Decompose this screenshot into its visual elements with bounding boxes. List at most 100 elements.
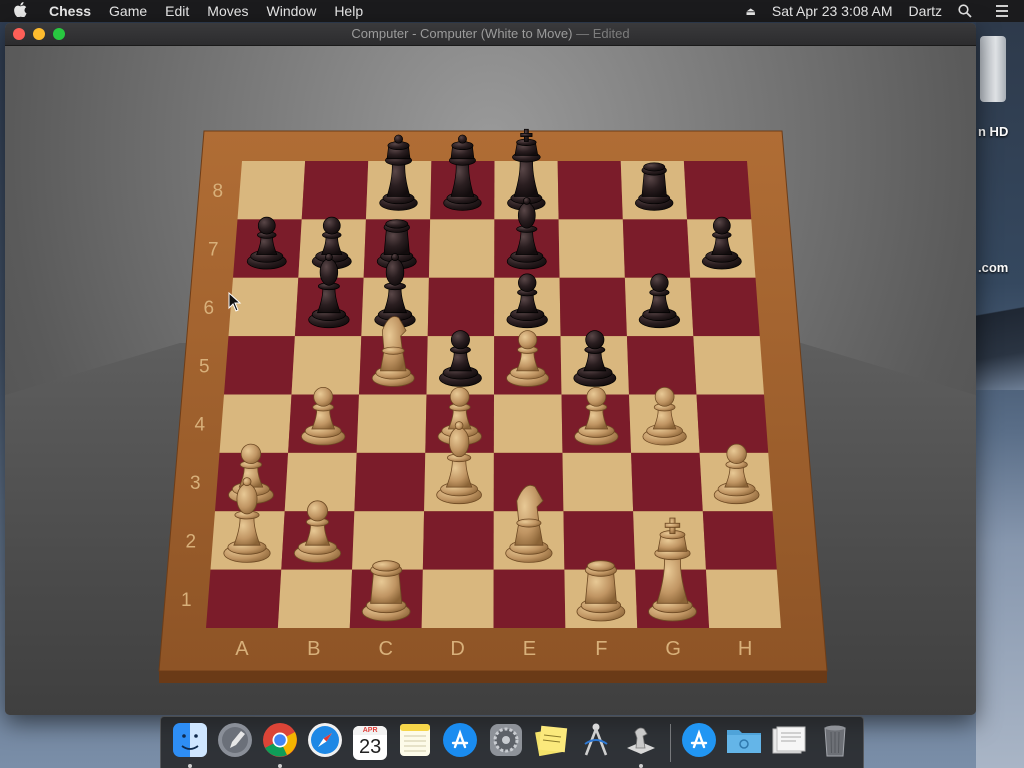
desktop-wallpaper-mountain (976, 270, 1024, 390)
board-square-h6[interactable] (690, 277, 760, 337)
board-square-h1[interactable] (705, 569, 781, 628)
rank-label: 1 (181, 590, 192, 611)
dock-separator (669, 723, 671, 762)
dock-notes-icon[interactable] (396, 723, 435, 763)
stickies-icon (533, 722, 569, 763)
board-square-d1[interactable] (421, 569, 494, 628)
file-label: E (523, 638, 536, 660)
dock-folder-icon[interactable] (725, 723, 764, 763)
board-square-f6[interactable] (559, 277, 627, 337)
chrome-icon (262, 722, 298, 763)
board-square-g3[interactable] (631, 452, 703, 512)
file-label: H (738, 638, 752, 660)
board-square-h2[interactable] (702, 511, 777, 570)
running-indicator (278, 763, 283, 768)
instruments-icon (578, 722, 614, 763)
running-indicator (188, 763, 192, 768)
menubar-user[interactable]: Dartz (901, 3, 950, 19)
board-square-h5[interactable] (693, 336, 764, 395)
board-square-f3[interactable] (562, 452, 634, 512)
app-store-download-icon (681, 722, 717, 763)
rank-label: 7 (208, 240, 219, 261)
board-frame-edge (159, 671, 827, 683)
board-square-g5[interactable] (626, 336, 697, 395)
dock-launchpad-icon[interactable] (215, 723, 254, 763)
board-square-d2[interactable] (422, 511, 494, 570)
chess-board-view[interactable]: A B C D E F G H 8 7 6 5 4 3 2 1 (5, 23, 976, 715)
notification-center-icon[interactable] (980, 5, 1024, 17)
dock: APR 23 (160, 716, 864, 768)
spotlight-search-icon[interactable] (950, 4, 980, 18)
hard-disk-icon[interactable] (980, 36, 1006, 102)
menu-moves[interactable]: Moves (198, 0, 257, 22)
dock-stickies-icon[interactable] (531, 723, 570, 763)
eject-icon[interactable]: ⏏ (738, 5, 764, 18)
dock-calendar-icon[interactable]: APR 23 (351, 723, 390, 763)
board-square-d7[interactable] (428, 219, 495, 278)
board-square-e1[interactable] (493, 569, 566, 628)
menubar-clock[interactable]: Sat Apr 23 3:08 AM (764, 3, 901, 19)
chess-window: Computer - Computer (White to Move) — Ed… (5, 23, 976, 715)
menu-edit[interactable]: Edit (156, 0, 198, 22)
calendar-month: APR (353, 725, 388, 735)
rank-label: 5 (199, 356, 210, 377)
running-indicator (639, 763, 644, 768)
hard-disk-label[interactable]: n HD (978, 124, 1008, 139)
menu-chess[interactable]: Chess (40, 0, 100, 22)
menu-window[interactable]: Window (258, 0, 326, 22)
board-square-d6[interactable] (427, 277, 495, 337)
board-square-g7[interactable] (622, 219, 691, 278)
dock-system-preferences-icon[interactable] (486, 723, 525, 763)
board-square-a1[interactable] (206, 569, 282, 628)
board-square-b1[interactable] (277, 569, 353, 628)
trash-icon (817, 722, 853, 763)
dock-document-stack-icon[interactable] (770, 723, 809, 763)
file-label: C (378, 638, 392, 660)
menu-game[interactable]: Game (100, 0, 156, 22)
board-square-c3[interactable] (354, 452, 426, 512)
launchpad-icon (217, 722, 253, 763)
board-square-h4[interactable] (696, 394, 769, 453)
desktop-file-label[interactable]: .com (978, 260, 1008, 275)
system-preferences-icon (488, 722, 524, 763)
board-square-a8[interactable] (237, 161, 306, 220)
board-square-h8[interactable] (683, 161, 752, 220)
board-square-a6[interactable] (228, 277, 299, 337)
board-square-c4[interactable] (356, 394, 427, 453)
board-square-e4[interactable] (493, 394, 563, 453)
board-square-a5[interactable] (224, 336, 295, 395)
menu-bar: Chess Game Edit Moves Window Help ⏏ Sat … (0, 0, 1024, 22)
document-stack-icon (770, 722, 808, 763)
folder-icon (725, 722, 763, 763)
dock-instruments-icon[interactable] (576, 723, 615, 763)
calendar-icon: APR 23 (353, 725, 388, 760)
chess-icon (623, 722, 659, 763)
rank-label: 2 (185, 531, 196, 552)
rank-label: 8 (212, 181, 223, 202)
rank-label: 4 (194, 415, 205, 436)
dock-app-store-download-icon[interactable] (680, 723, 719, 763)
notes-icon (397, 722, 433, 763)
dock-chess-icon[interactable] (621, 722, 660, 768)
dock-finder-icon[interactable] (170, 722, 209, 768)
dock-trash-icon[interactable] (815, 723, 854, 763)
board-square-a4[interactable] (219, 394, 292, 453)
apple-menu-icon[interactable] (0, 1, 40, 21)
board-square-b5[interactable] (291, 336, 362, 395)
file-label: B (307, 638, 320, 660)
board-square-f8[interactable] (557, 161, 623, 220)
dock-safari-icon[interactable] (305, 723, 344, 763)
menu-help[interactable]: Help (325, 0, 372, 22)
finder-icon (172, 722, 208, 763)
rank-label: 6 (203, 298, 214, 319)
dock-chrome-icon[interactable] (260, 722, 299, 768)
dock-app-store-icon[interactable] (441, 723, 480, 763)
file-label: D (450, 638, 464, 660)
file-label: F (595, 638, 607, 660)
board-square-b8[interactable] (301, 161, 369, 220)
calendar-day: 23 (359, 735, 382, 758)
safari-icon (307, 722, 343, 763)
board-square-f7[interactable] (558, 219, 625, 278)
rank-label: 3 (190, 473, 201, 494)
file-label: A (235, 638, 249, 660)
